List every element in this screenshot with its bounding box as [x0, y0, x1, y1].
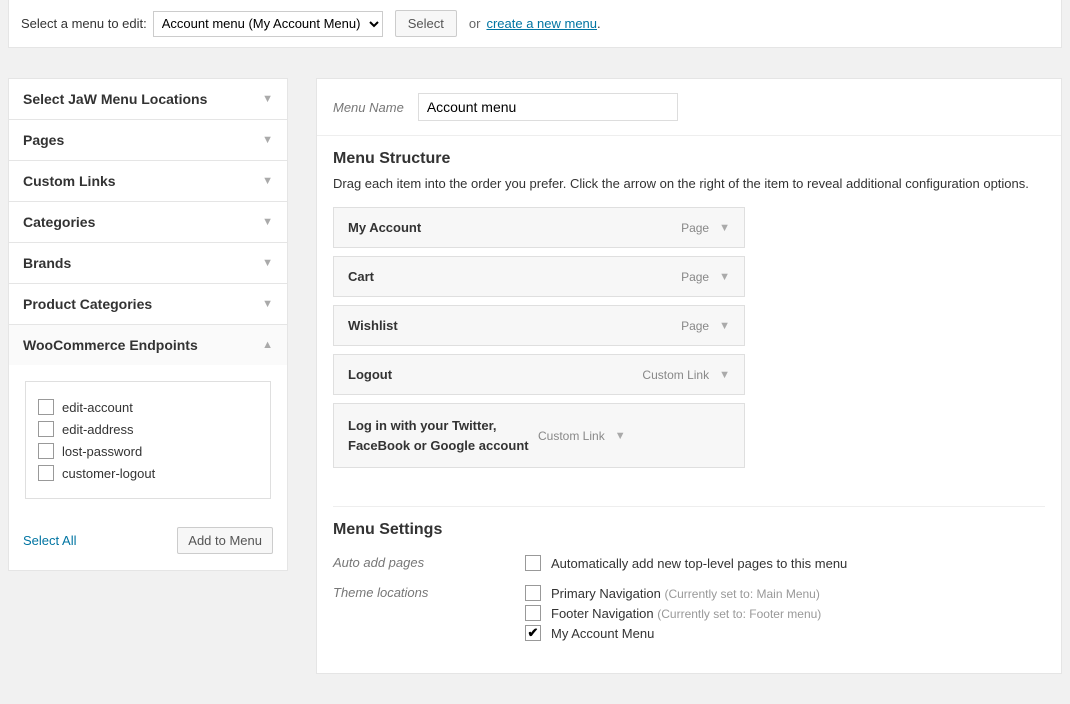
chevron-down-icon[interactable]: ▼: [719, 271, 730, 283]
chevron-down-icon: ▼: [262, 93, 273, 105]
panel-title: Pages: [23, 132, 64, 148]
list-item: edit-account: [38, 396, 258, 418]
chevron-down-icon: ▼: [262, 134, 273, 146]
menu-item-title: Wishlist: [348, 318, 681, 333]
location-label: Footer Navigation: [551, 606, 654, 621]
panel-title: WooCommerce Endpoints: [23, 337, 198, 353]
add-to-menu-button[interactable]: Add to Menu: [177, 527, 273, 554]
list-item: customer-logout: [38, 462, 258, 484]
checkbox-edit-account[interactable]: [38, 399, 54, 415]
endpoint-label: edit-address: [62, 422, 134, 437]
checkbox-footer-nav[interactable]: [525, 605, 541, 621]
menu-name-label: Menu Name: [333, 100, 404, 115]
panel-pages[interactable]: Pages ▼: [9, 120, 287, 160]
menu-name-input[interactable]: [418, 93, 678, 121]
location-label: Primary Navigation: [551, 586, 661, 601]
menu-item-type: Page: [681, 270, 709, 284]
checkbox-lost-password[interactable]: [38, 443, 54, 459]
panel-title: Categories: [23, 214, 95, 230]
list-item: edit-address: [38, 418, 258, 440]
chevron-down-icon: ▼: [262, 257, 273, 269]
location-note: (Currently set to: Footer menu): [657, 607, 821, 621]
chevron-down-icon[interactable]: ▼: [719, 320, 730, 332]
select-all-link[interactable]: Select All: [23, 533, 76, 548]
menu-item-wishlist[interactable]: Wishlist Page ▼: [333, 305, 745, 346]
checkbox-edit-address[interactable]: [38, 421, 54, 437]
panel-custom-links[interactable]: Custom Links ▼: [9, 161, 287, 201]
panel-title: Product Categories: [23, 296, 152, 312]
auto-add-pages-text: Automatically add new top-level pages to…: [551, 556, 847, 571]
panel-jaw-locations[interactable]: Select JaW Menu Locations ▼: [9, 79, 287, 119]
or-text: or: [469, 16, 481, 31]
select-button[interactable]: Select: [395, 10, 457, 37]
select-menu-label: Select a menu to edit:: [21, 16, 147, 31]
auto-add-pages-label: Auto add pages: [333, 553, 525, 570]
chevron-down-icon[interactable]: ▼: [719, 369, 730, 381]
menu-item-type: Custom Link: [642, 368, 709, 382]
menu-item-cart[interactable]: Cart Page ▼: [333, 256, 745, 297]
menu-select-bar: Select a menu to edit: Account menu (My …: [8, 0, 1062, 48]
panel-title: Custom Links: [23, 173, 116, 189]
chevron-down-icon: ▼: [262, 298, 273, 310]
menu-item-title: Logout: [348, 367, 642, 382]
menu-item-type: Page: [681, 221, 709, 235]
chevron-down-icon[interactable]: ▼: [615, 430, 626, 442]
panel-brands[interactable]: Brands ▼: [9, 243, 287, 283]
menu-item-social-login[interactable]: Log in with your Twitter, FaceBook or Go…: [333, 403, 745, 468]
panel-product-categories[interactable]: Product Categories ▼: [9, 284, 287, 324]
sidebar-accordion: Select JaW Menu Locations ▼ Pages ▼ Cust…: [8, 78, 288, 571]
menu-items-list: My Account Page ▼ Cart Page ▼ Wishlist P…: [333, 207, 745, 468]
menu-item-title: My Account: [348, 220, 681, 235]
location-note: (Currently set to: Main Menu): [664, 587, 819, 601]
chevron-down-icon: ▼: [262, 175, 273, 187]
panel-title: Select JaW Menu Locations: [23, 91, 207, 107]
menu-structure-heading: Menu Structure: [333, 150, 1045, 168]
chevron-down-icon[interactable]: ▼: [719, 222, 730, 234]
panel-categories[interactable]: Categories ▼: [9, 202, 287, 242]
menu-item-type: Page: [681, 319, 709, 333]
menu-item-title: Cart: [348, 269, 681, 284]
menu-structure-hint: Drag each item into the order you prefer…: [333, 176, 1045, 191]
checkbox-my-account-menu[interactable]: [525, 625, 541, 641]
theme-locations-label: Theme locations: [333, 583, 525, 600]
checkbox-primary-nav[interactable]: [525, 585, 541, 601]
endpoint-label: lost-password: [62, 444, 142, 459]
menu-settings-heading: Menu Settings: [333, 521, 1045, 539]
chevron-down-icon: ▼: [262, 216, 273, 228]
panel-body: edit-account edit-address lost-password: [9, 365, 287, 515]
menu-editor-panel: Menu Name Menu Structure Drag each item …: [316, 78, 1062, 674]
menu-item-title: Log in with your Twitter, FaceBook or Go…: [348, 416, 538, 455]
period: .: [597, 16, 601, 31]
panel-title: Brands: [23, 255, 71, 271]
endpoint-label: customer-logout: [62, 466, 155, 481]
menu-dropdown[interactable]: Account menu (My Account Menu): [153, 11, 383, 37]
checkbox-customer-logout[interactable]: [38, 465, 54, 481]
endpoint-label: edit-account: [62, 400, 133, 415]
endpoint-list: edit-account edit-address lost-password: [25, 381, 271, 499]
menu-item-type: Custom Link: [538, 429, 605, 443]
create-menu-link[interactable]: create a new menu: [486, 16, 597, 31]
checkbox-auto-add-pages[interactable]: [525, 555, 541, 571]
menu-item-logout[interactable]: Logout Custom Link ▼: [333, 354, 745, 395]
list-item: lost-password: [38, 440, 258, 462]
chevron-up-icon: ▲: [262, 339, 273, 351]
panel-woocommerce-endpoints[interactable]: WooCommerce Endpoints ▲: [9, 325, 287, 365]
menu-item-my-account[interactable]: My Account Page ▼: [333, 207, 745, 248]
location-label: My Account Menu: [551, 626, 654, 641]
